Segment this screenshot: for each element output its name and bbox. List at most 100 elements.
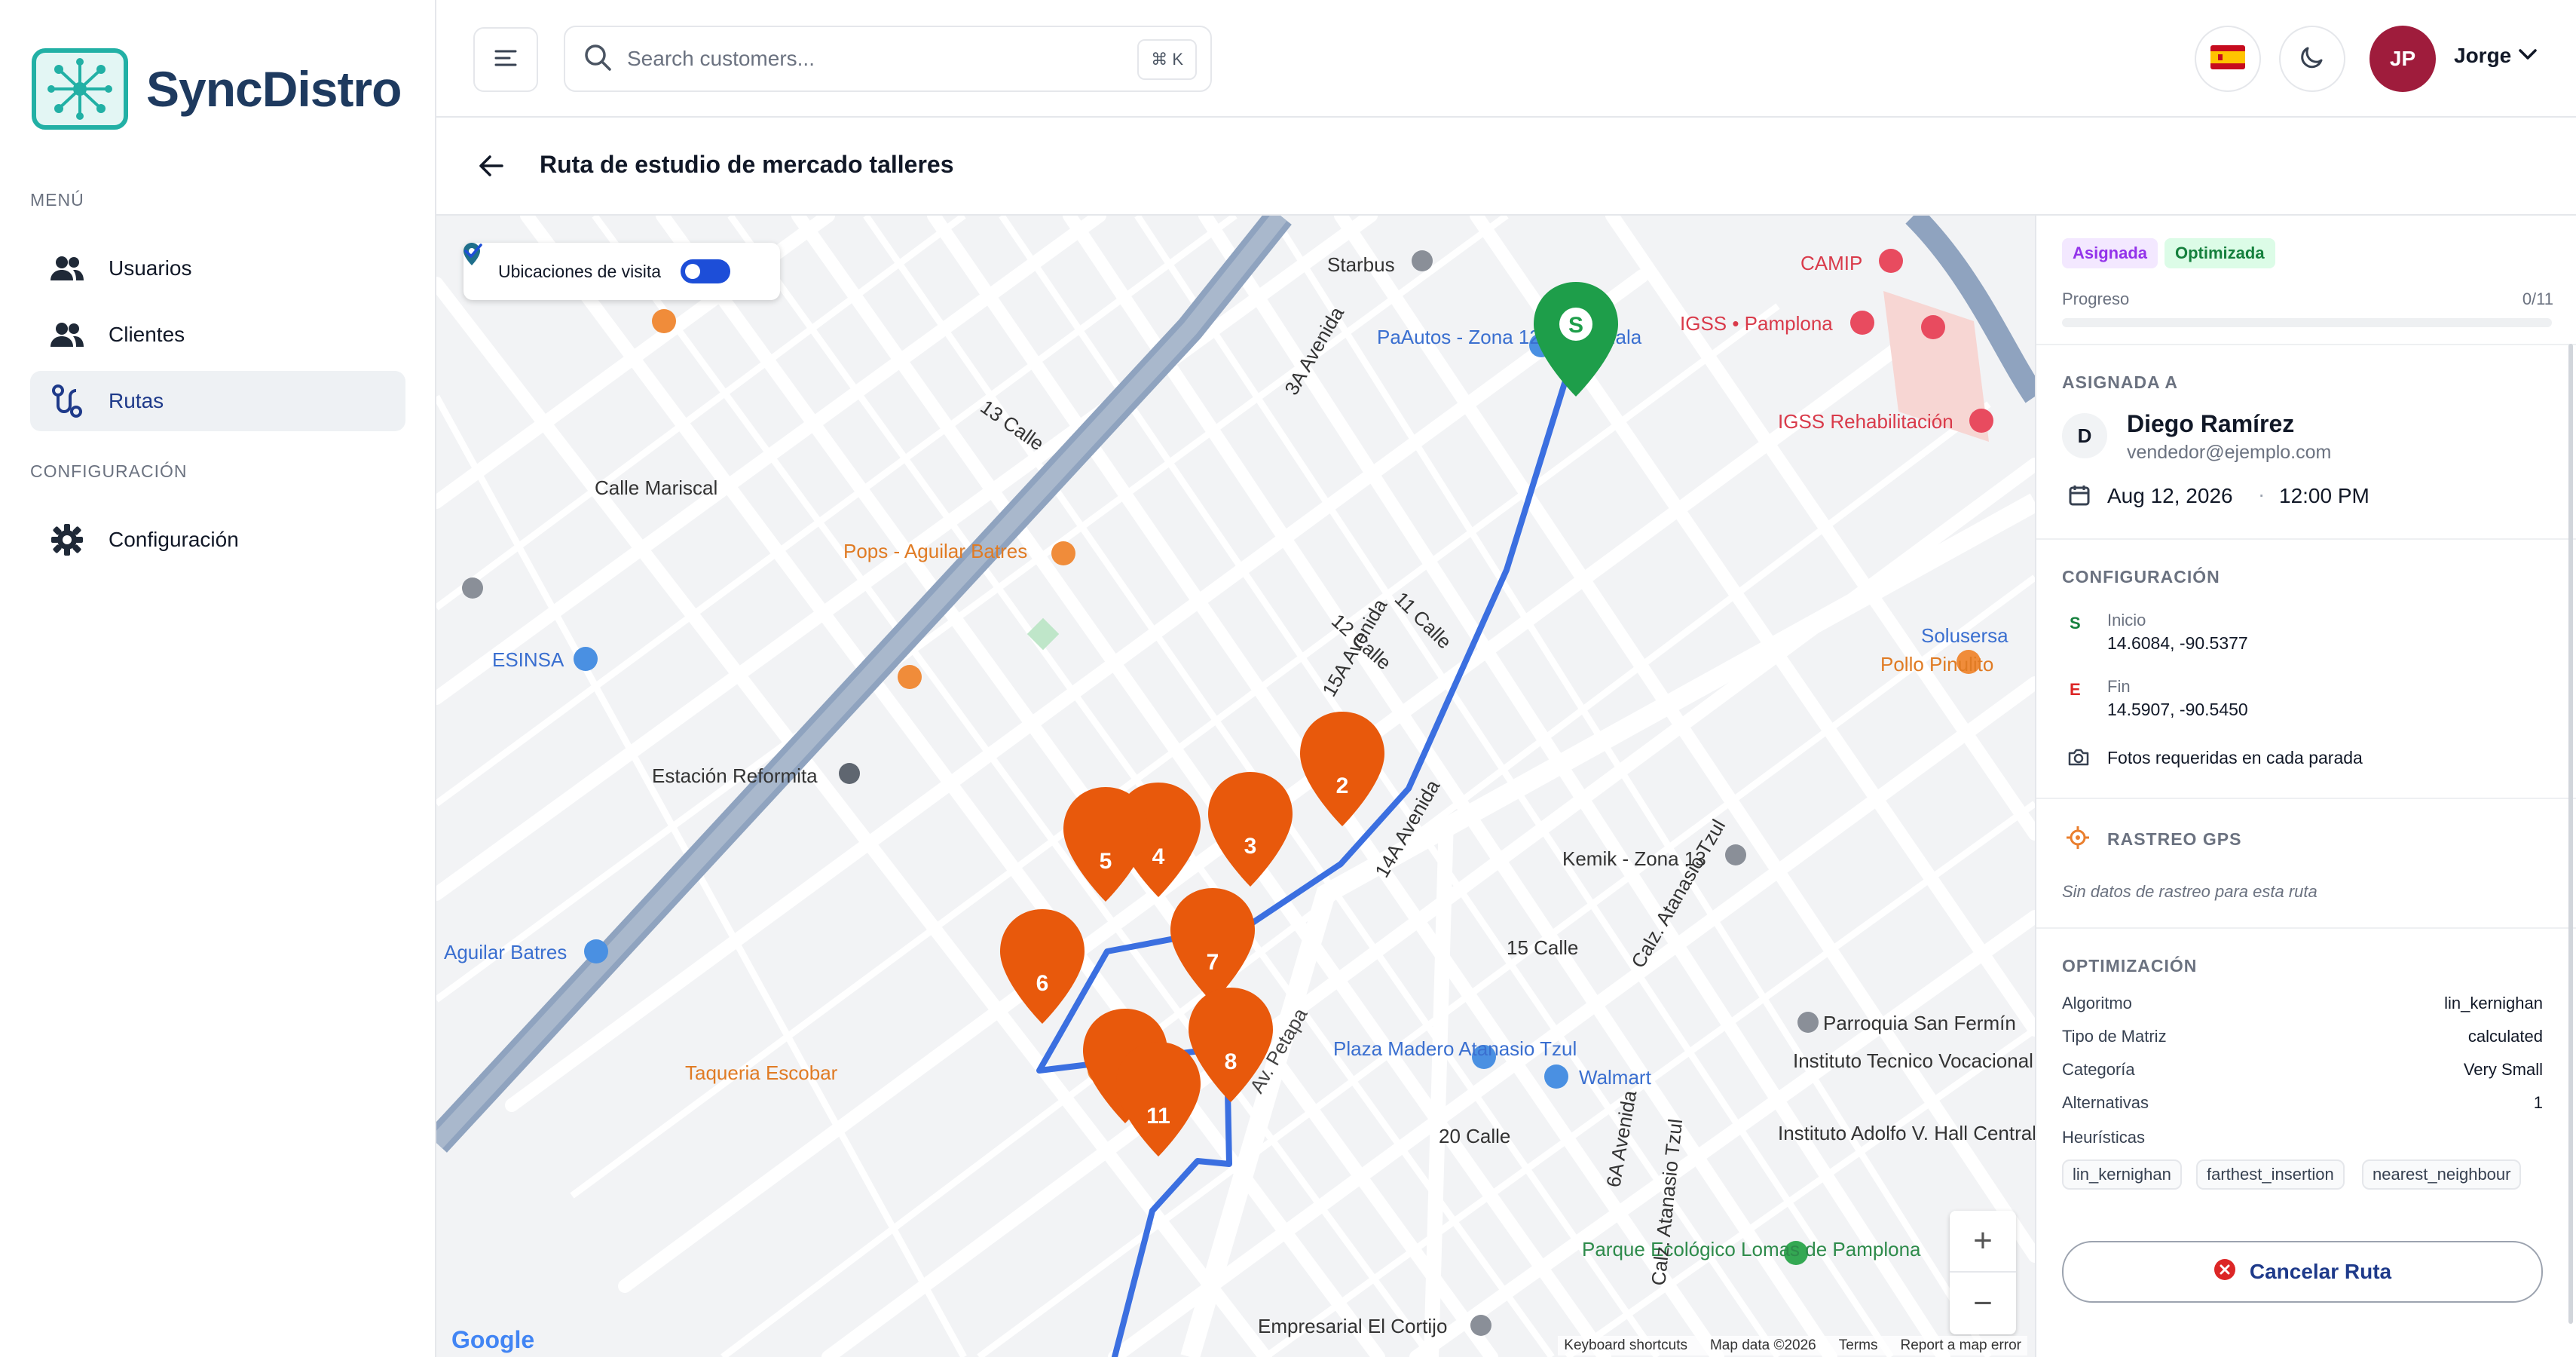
app-name: SyncDistro [146,61,402,117]
menu-heading: MENÚ [30,190,84,210]
progress-label: Progreso [2062,289,2130,308]
assignee-avatar: D [2062,413,2107,458]
terms-link[interactable]: Terms [1839,1337,1878,1354]
map-label: Parque Ecológico Lomas de Pamplona [1582,1238,1921,1261]
zoom-controls: + − [1950,1211,2016,1334]
map-label: Taqueria Escobar [685,1061,838,1084]
sidebar-item-configuracion[interactable]: Configuración [30,510,405,570]
report-error-link[interactable]: Report a map error [1900,1337,2021,1354]
start-label: Inicio [2107,611,2146,629]
crosshair-icon [2067,826,2089,853]
end-coords: 14.5907, -90.5450 [2107,700,2248,719]
zoom-in-button[interactable]: + [1950,1211,2016,1273]
sidebar-item-label: Clientes [109,323,185,346]
cancel-route-button[interactable]: Cancelar Ruta [2062,1241,2543,1303]
map-label: IGSS • Pamplona [1680,312,1833,335]
stop-marker-3: 3 [1208,772,1293,887]
map-label: Aguilar Batres [444,941,567,963]
svg-text:S: S [1568,313,1583,338]
user-name[interactable]: Jorge [2454,44,2511,68]
route-icon [50,384,84,418]
map-label: CAMIP [1800,252,1862,274]
opt-value: lin_kernighan [2444,994,2543,1012]
map-label: Walmart [1579,1066,1652,1089]
status-badge-assigned: Asignada [2062,238,2158,268]
map-label: Instituto Adolfo V. Hall Central [1778,1122,2035,1144]
camera-icon [2068,748,2089,770]
language-button[interactable] [2195,26,2261,92]
visit-locations-label: Ubicaciones de visita [498,261,662,281]
svg-text:11: 11 [1146,1104,1170,1129]
map-label: Pollo Pinulito [1880,653,1993,675]
sidebar-item-label: Rutas [109,389,164,412]
page-title: Ruta de estudio de mercado talleres [540,151,954,178]
map-canvas[interactable]: Starbus PaAutos - Zona 12 Guatemala CAMI… [436,216,2035,1357]
map-label: 20 Calle [1439,1125,1510,1147]
map-label: Starbus [1327,253,1395,276]
map-label: Estación Reformita [652,764,818,787]
map-label: Calle Mariscal [595,476,717,499]
config-heading: CONFIGURACIÓN [30,461,188,481]
route-details-panel: Asignada Optimizada Progreso 0/11 ASIGNA… [2035,216,2576,1357]
end-marker: E [2070,680,2081,699]
user-avatar[interactable]: JP [2369,26,2436,92]
map-attribution: Keyboard shortcuts Map data ©2026 Terms … [1558,1336,2027,1355]
zoom-out-button[interactable]: − [1950,1273,2016,1334]
map-label: Plaza Madero Atanasio Tzul [1333,1037,1577,1060]
svg-text:7: 7 [1207,950,1219,975]
spain-flag-icon [2210,44,2245,73]
map-label: Parroquia San Fermín [1823,1012,2016,1034]
map-label: Empresarial El Cortijo [1258,1315,1447,1337]
visit-locations-toggle[interactable]: Ubicaciones de visita [463,243,780,300]
gps-empty-message: Sin datos de rastreo para esta ruta [2062,882,2317,901]
heuristic-chip: lin_kernighan [2062,1159,2182,1190]
status-badge-optimized: Optimizada [2165,238,2275,268]
search-box[interactable]: ⌘ K [564,26,1212,92]
sidebar-item-label: Configuración [109,528,239,551]
map-label: IGSS Rehabilitación [1778,410,1953,433]
sidebar-toggle-button[interactable] [473,27,538,92]
opt-value: calculated [2467,1027,2543,1046]
svg-text:8: 8 [1225,1049,1238,1074]
arrow-left-icon [475,155,508,185]
search-input[interactable] [626,46,1078,72]
users-icon [50,317,84,352]
keyboard-shortcuts-link[interactable]: Keyboard shortcuts [1564,1337,1687,1354]
visit-locations-switch[interactable] [681,259,731,283]
sidebar-item-clientes[interactable]: Clientes [30,305,405,365]
date-separator: · [2258,482,2265,506]
stop-marker-7: 7 [1170,888,1255,1003]
x-circle-icon [2213,1258,2236,1286]
svg-text:3: 3 [1244,834,1257,859]
optimization-heading: OPTIMIZACIÓN [2062,956,2198,976]
chevron-down-icon[interactable] [2517,47,2538,66]
route-map[interactable]: Starbus PaAutos - Zona 12 Guatemala CAMI… [436,216,2035,1357]
google-logo: Google [451,1326,535,1353]
map-label: Instituto Tecnico Vocacional Dr. Imrich.… [1793,1049,2035,1072]
map-label: 13 Calle [977,395,1048,455]
map-label: Solusersa [1921,624,2008,647]
opt-value: 1 [2533,1093,2543,1112]
end-label: Fin [2107,677,2131,696]
config-section-heading: CONFIGURACIÓN [2062,567,2220,587]
photos-required-note: Fotos requeridas en cada parada [2107,748,2363,767]
opt-key: Algoritmo [2062,994,2132,1012]
assignment-date: Aug 12, 2026 [2107,484,2233,507]
panel-scrollbar[interactable] [2568,344,2573,1324]
map-data-text: Map data ©2026 [1709,1337,1816,1353]
sidebar: SyncDistro MENÚ Usuarios Clientes Rutas … [0,0,436,1357]
progress-bar [2062,318,2552,327]
moon-icon [2299,44,2326,75]
svg-text:2: 2 [1336,773,1349,798]
sidebar-item-label: Usuarios [109,256,192,280]
sidebar-item-rutas[interactable]: Rutas [30,371,405,431]
stop-marker-start: S [1534,282,1618,397]
heuristics-label: Heurísticas [2062,1128,2146,1147]
gps-heading: RASTREO GPS [2107,829,2242,849]
start-coords: 14.6084, -90.5377 [2107,633,2248,653]
back-button[interactable] [475,149,508,186]
sidebar-item-usuarios[interactable]: Usuarios [30,238,405,299]
search-icon [583,43,612,75]
app-logo[interactable]: SyncDistro [32,48,402,130]
theme-toggle-button[interactable] [2279,26,2345,92]
